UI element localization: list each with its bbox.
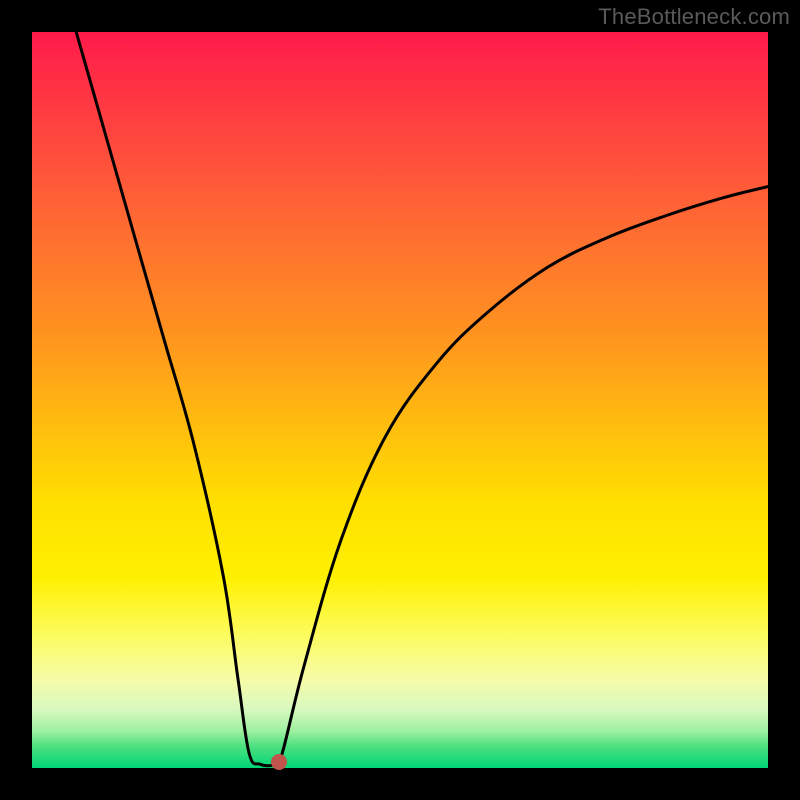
curve-path — [76, 32, 768, 766]
marker-dot — [271, 754, 287, 770]
curve-svg — [32, 32, 768, 768]
watermark-text: TheBottleneck.com — [598, 4, 790, 30]
plot-area — [32, 32, 768, 768]
chart-frame: TheBottleneck.com — [0, 0, 800, 800]
